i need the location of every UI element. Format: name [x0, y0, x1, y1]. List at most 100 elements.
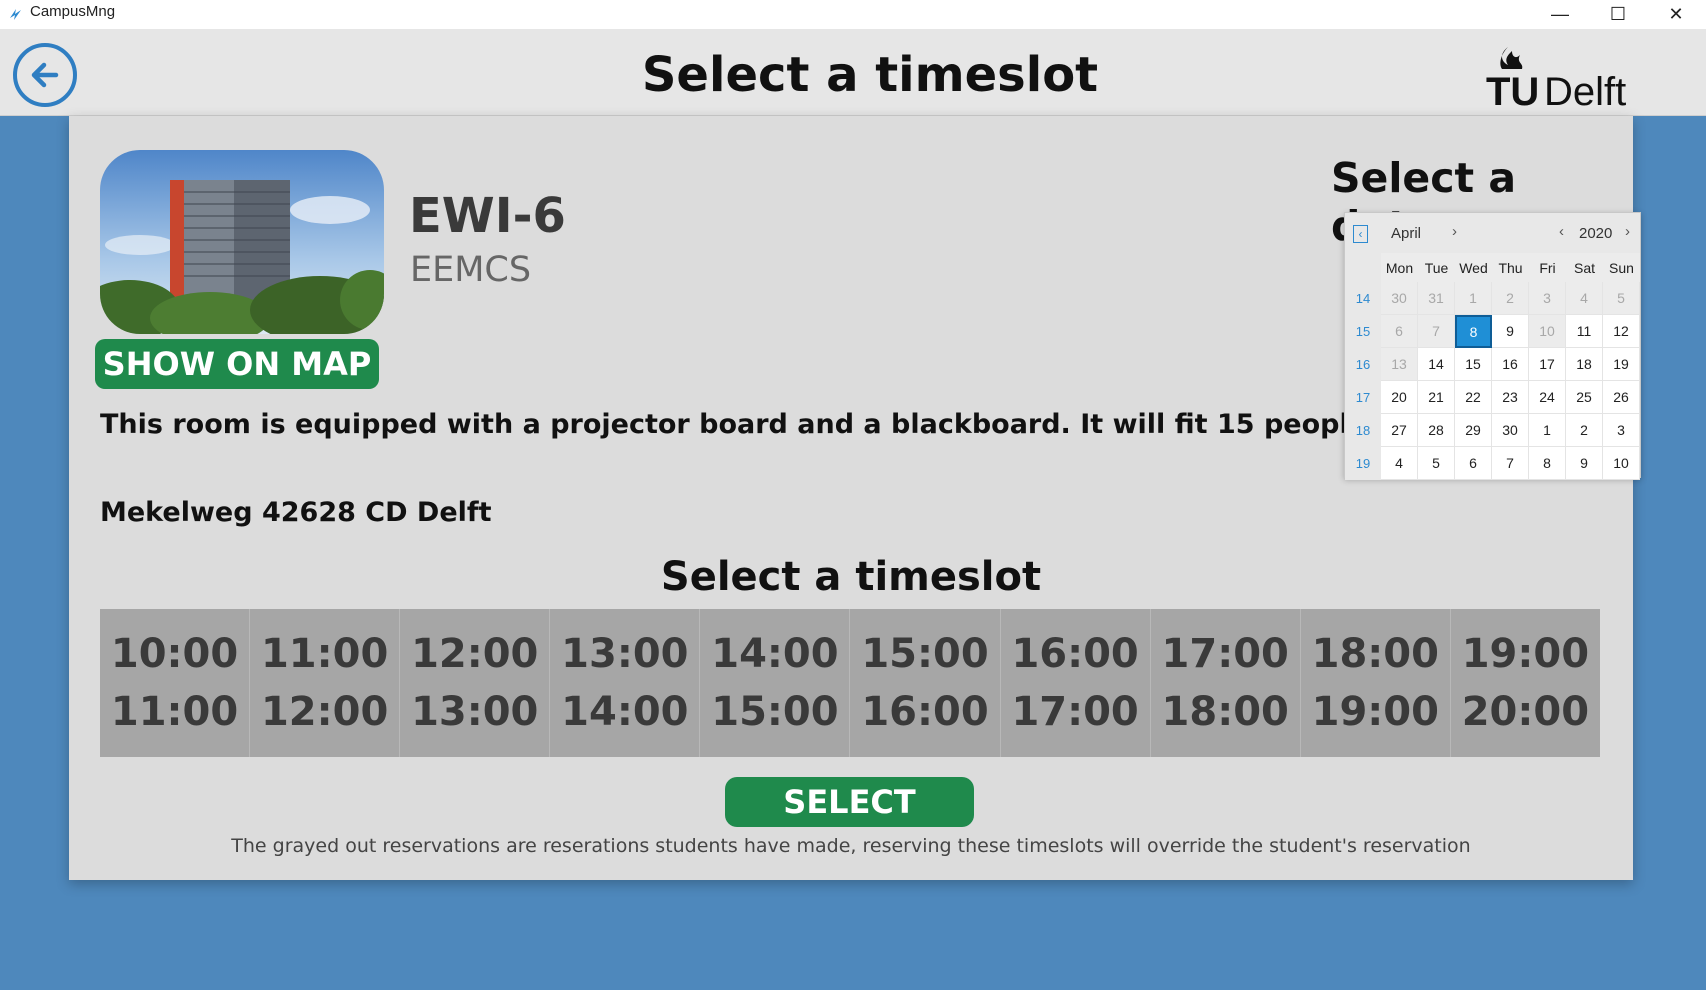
timeslot[interactable]: 18:00 19:00 [1301, 609, 1451, 757]
show-on-map-button[interactable]: SHOW ON MAP [95, 339, 379, 389]
calendar-day[interactable]: 29 [1455, 414, 1492, 447]
close-button[interactable]: ✕ [1647, 0, 1705, 29]
room-panel: EWI-6 EEMCS SHOW ON MAP This room is equ… [69, 116, 1641, 880]
timeslot-end: 13:00 [411, 689, 539, 735]
calendar-day: 6 [1381, 315, 1418, 348]
week-number: 14 [1345, 282, 1381, 315]
room-description: This room is equipped with a projector b… [100, 409, 1378, 440]
week-number: 17 [1345, 381, 1381, 414]
calendar-day[interactable]: 18 [1566, 348, 1603, 381]
next-year-button[interactable]: › [1625, 223, 1630, 240]
calendar-day[interactable]: 17 [1529, 348, 1566, 381]
week-number: 16 [1345, 348, 1381, 381]
calendar-day[interactable]: 11 [1566, 315, 1603, 348]
weekday-header: Wed [1455, 253, 1492, 282]
calendar-day[interactable]: 19 [1603, 348, 1640, 381]
calendar-day: 4 [1566, 282, 1603, 315]
timeslot-end: 14:00 [561, 689, 689, 735]
calendar-day[interactable]: 30 [1492, 414, 1529, 447]
calendar-day[interactable]: 28 [1418, 414, 1455, 447]
timeslot[interactable]: 11:00 12:00 [250, 609, 401, 757]
weekday-header: Tue [1418, 253, 1455, 282]
minimize-icon: — [1551, 4, 1569, 24]
calendar-day[interactable]: 6 [1455, 447, 1492, 480]
timeslot-start: 17:00 [1161, 631, 1289, 677]
next-month-button[interactable]: › [1452, 223, 1457, 240]
week-number: 15 [1345, 315, 1381, 348]
previous-month-button[interactable]: ‹ [1353, 225, 1368, 243]
weekday-header: Sat [1566, 253, 1603, 282]
calendar-day[interactable]: 27 [1381, 414, 1418, 447]
timeslot-end: 20:00 [1461, 689, 1590, 735]
calendar-day[interactable]: 25 [1566, 381, 1603, 414]
date-picker: ‹ April › ‹ 2020 › Mon Tue Wed Thu Fri Sat Sun… [1344, 212, 1641, 480]
timeslot[interactable]: 13:00 14:00 [550, 609, 701, 757]
timeslot-start: 14:00 [711, 631, 839, 677]
svg-text:TU: TU [1486, 70, 1539, 113]
calendar-day[interactable]: 24 [1529, 381, 1566, 414]
calendar-day[interactable]: 8 [1529, 447, 1566, 480]
timeslot[interactable]: 10:00 11:00 [100, 609, 251, 757]
calendar-day[interactable]: 7 [1492, 447, 1529, 480]
campusmng-app-icon [10, 9, 21, 20]
window-titlebar: CampusMng — ☐ ✕ [0, 0, 1706, 29]
timeslot-start: 12:00 [411, 631, 539, 677]
week-number: 19 [1345, 447, 1381, 480]
timeslot[interactable]: 12:00 13:00 [400, 609, 551, 757]
calendar-day[interactable]: 23 [1492, 381, 1529, 414]
calendar-day[interactable]: 26 [1603, 381, 1640, 414]
calendar-day[interactable]: 2 [1566, 414, 1603, 447]
calendar-day[interactable]: 1 [1529, 414, 1566, 447]
minimize-button[interactable]: — [1531, 0, 1589, 29]
timeslot-end: 12:00 [260, 689, 389, 735]
calendar-year: 2020 [1579, 225, 1613, 242]
calendar-day[interactable]: 5 [1418, 447, 1455, 480]
timeslot-start: 19:00 [1461, 631, 1590, 677]
calendar-day[interactable]: 15 [1455, 348, 1492, 381]
calendar-day: 31 [1418, 282, 1455, 315]
reservation-note: The grayed out reservations are reserati… [231, 835, 1471, 857]
calendar-day: 7 [1418, 315, 1455, 348]
calendar-day: 30 [1381, 282, 1418, 315]
timeslot-start: 18:00 [1311, 631, 1439, 677]
calendar-grid: Mon Tue Wed Thu Fri Sat Sun 14 30 31 1 2 3 4 5 15 6 7 8 9 10… [1345, 253, 1640, 480]
week-number: 18 [1345, 414, 1381, 447]
calendar-day[interactable]: 4 [1381, 447, 1418, 480]
timeslot[interactable]: 17:00 18:00 [1151, 609, 1301, 757]
timeslot[interactable]: 16:00 17:00 [1001, 609, 1151, 757]
weekday-header: Thu [1492, 253, 1529, 282]
weekday-header: Mon [1381, 253, 1418, 282]
calendar-day[interactable]: 3 [1603, 414, 1640, 447]
previous-year-button[interactable]: ‹ [1559, 223, 1564, 240]
room-address: Mekelweg 42628 CD Delft [100, 497, 492, 528]
timeslot-start: 13:00 [561, 631, 689, 677]
room-photo [100, 150, 384, 334]
calendar-day[interactable]: 12 [1603, 315, 1640, 348]
calendar-day-selected[interactable]: 8 [1455, 315, 1492, 348]
calendar-day[interactable]: 16 [1492, 348, 1529, 381]
calendar-day[interactable]: 10 [1603, 447, 1640, 480]
weekday-header: Fri [1529, 253, 1566, 282]
timeslot[interactable]: 14:00 15:00 [700, 609, 851, 757]
timeslot-end: 16:00 [861, 689, 989, 735]
select-button[interactable]: SELECT [725, 777, 974, 827]
svg-text:Delft: Delft [1544, 70, 1626, 113]
calendar-day[interactable]: 14 [1418, 348, 1455, 381]
close-icon: ✕ [1668, 4, 1684, 24]
calendar-nav: ‹ April › ‹ 2020 › [1345, 213, 1640, 253]
calendar-day: 2 [1492, 282, 1529, 315]
timeslot[interactable]: 15:00 16:00 [850, 609, 1001, 757]
weekday-header: Sun [1603, 253, 1640, 282]
tudelft-logo: TU Delft [1486, 47, 1626, 113]
calendar-day[interactable]: 22 [1455, 381, 1492, 414]
maximize-button[interactable]: ☐ [1589, 0, 1647, 29]
calendar-day[interactable]: 21 [1418, 381, 1455, 414]
calendar-day[interactable]: 9 [1566, 447, 1603, 480]
calendar-day: 13 [1381, 348, 1418, 381]
chevron-left-icon: ‹ [1358, 227, 1363, 241]
timeslot-start: 16:00 [1011, 631, 1139, 677]
calendar-day[interactable]: 20 [1381, 381, 1418, 414]
calendar-day[interactable]: 9 [1492, 315, 1529, 348]
room-building: EEMCS [410, 250, 532, 290]
timeslot[interactable]: 19:00 20:00 [1451, 609, 1600, 757]
